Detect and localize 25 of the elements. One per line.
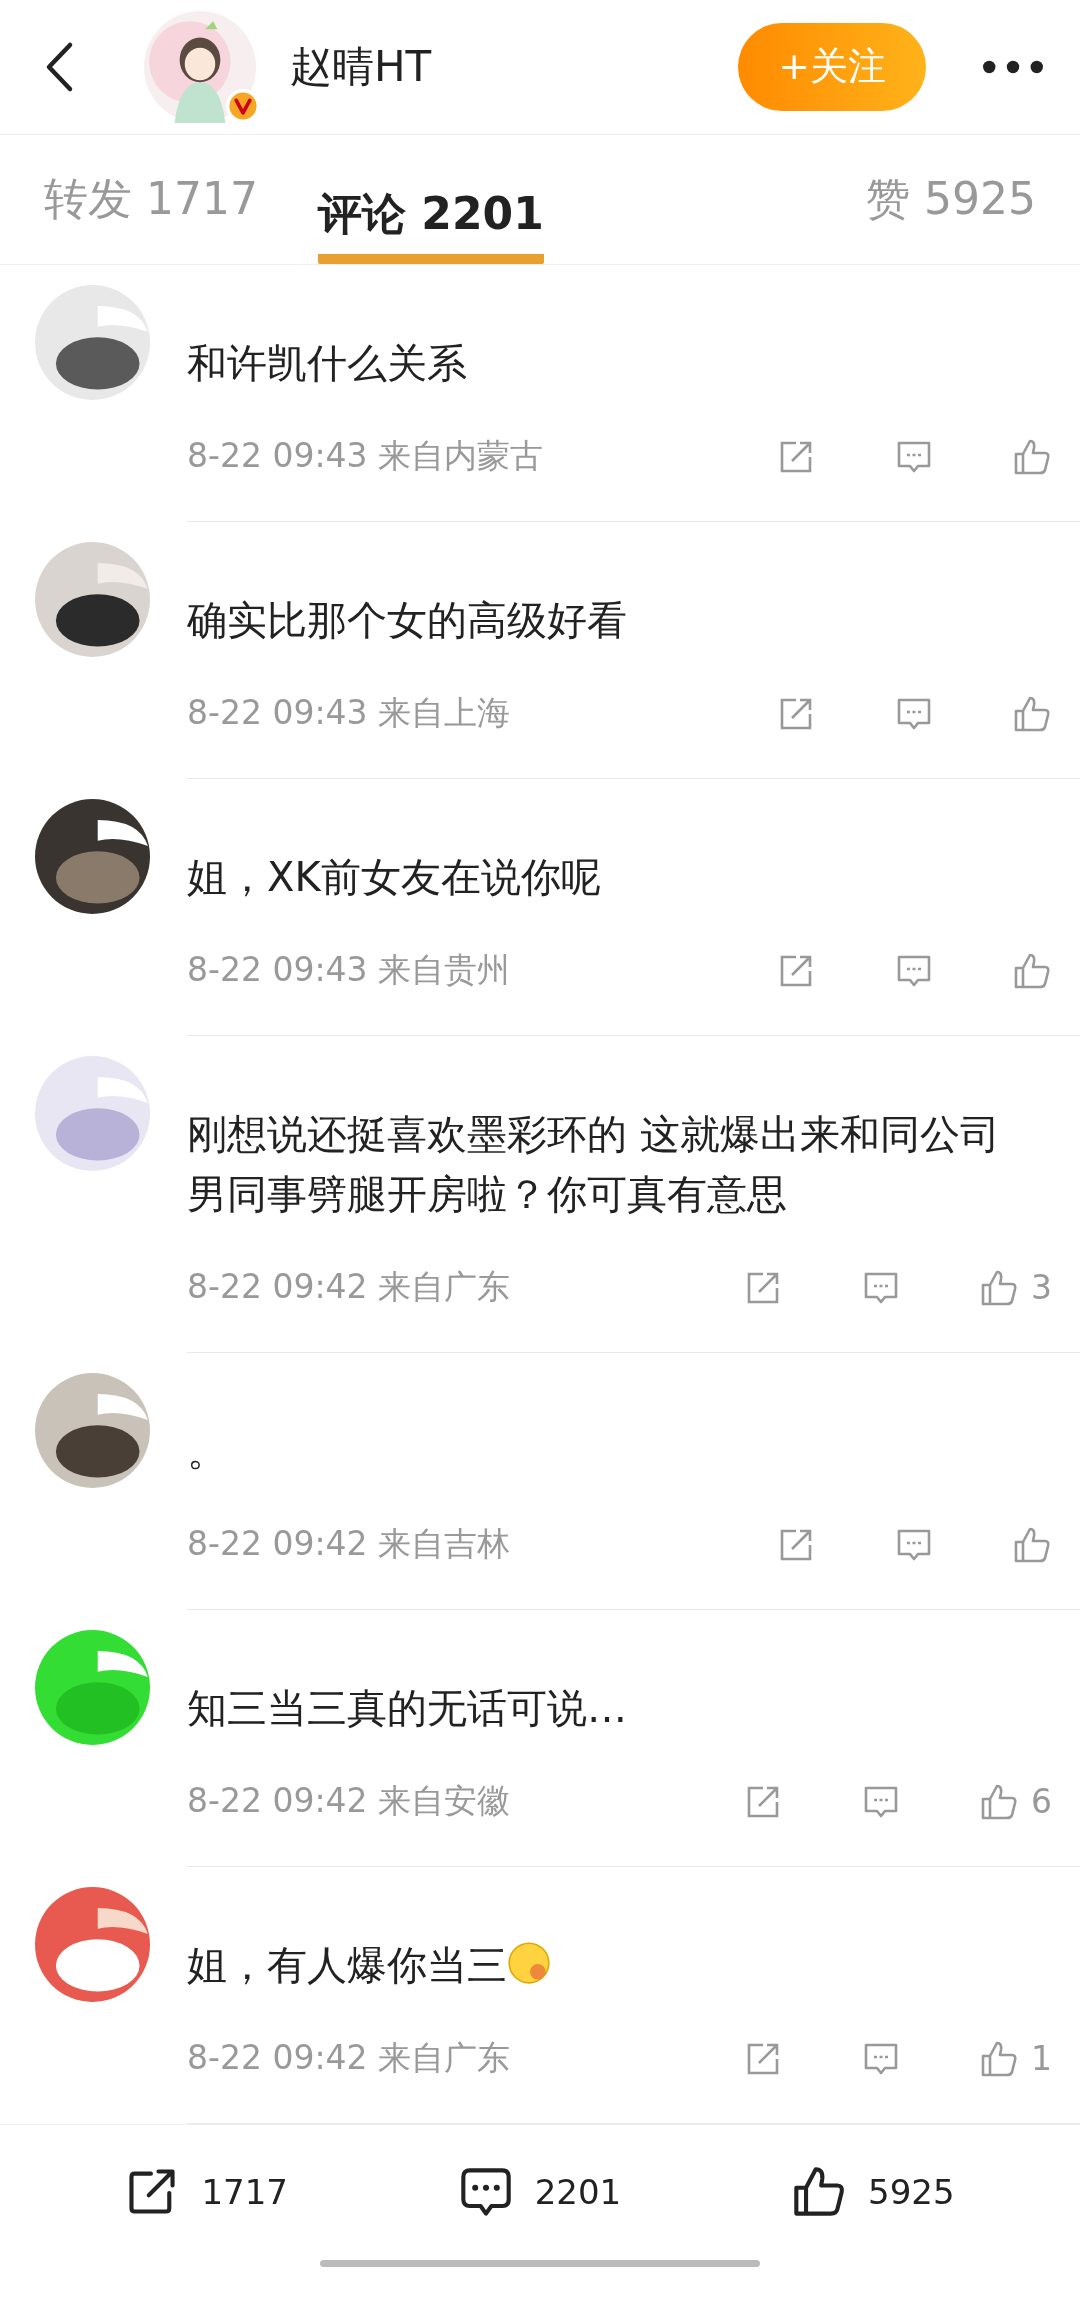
comment-text: 知三当三真的无话可说… [187,1683,628,1733]
like-count: 1 [1031,2039,1052,2079]
comment-text: 刚想说还挺喜欢墨彩环的 这就爆出来和同公司男同事劈腿开房啦？你可真有意思 [187,1109,1001,1219]
comment-text: 和许凯什么关系 [187,338,468,388]
comment-text: 姐，有人爆你当三 [187,1934,1027,1995]
comment-time: 8-22 09:42 来自广东 [187,2037,511,2080]
comment-button[interactable]: 2201 [452,2164,628,2221]
home-indicator[interactable] [320,2259,760,2267]
comment-time: 8-22 09:43 来自贵州 [187,949,511,992]
user-name: 赵晴HT [290,40,433,93]
like-count: 6 [1031,1782,1052,1822]
more-icon[interactable] [982,58,1044,75]
repost-button[interactable]: 1717 [119,2164,294,2221]
tab[interactable]: 评论 2201 [317,158,544,264]
back-icon[interactable] [44,40,74,93]
comment-text: 确实比那个女的高级好看 [187,595,628,645]
like-count: 3 [1031,1268,1052,1308]
comment-text: 姐，XK前女友在说你呢 [187,852,602,902]
comment-time: 8-22 09:43 来自内蒙古 [187,435,544,478]
comment-time: 8-22 09:42 来自安徽 [187,1780,511,1823]
like-button[interactable]: 5925 [786,2164,961,2221]
comment-time: 8-22 09:43 来自上海 [187,692,511,735]
comment-time: 8-22 09:42 来自吉林 [187,1523,511,1566]
comment-text: 。 [187,1426,228,1476]
comment-time: 8-22 09:42 来自广东 [187,1266,511,1309]
